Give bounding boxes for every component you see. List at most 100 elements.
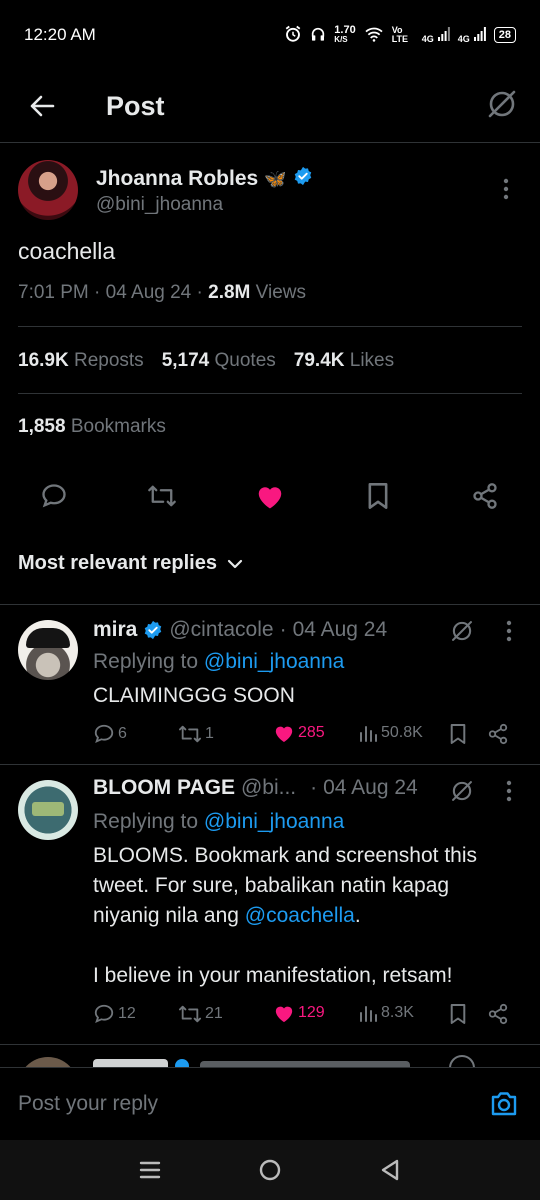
- volte-label: Vo LTE: [391, 25, 409, 44]
- reply-views-button[interactable]: 50.8K: [358, 723, 423, 743]
- reply-item-partial[interactable]: [0, 1045, 540, 1067]
- views-label: Views: [255, 282, 307, 303]
- system-nav-bar: [0, 1140, 540, 1200]
- reply-bookmark-button[interactable]: [449, 723, 467, 745]
- status-time: 12:20 AM: [24, 25, 96, 44]
- arrow-left-icon: [30, 95, 55, 117]
- views-count: 2.8M: [208, 282, 251, 303]
- reply-bookmark-button[interactable]: [449, 1003, 467, 1025]
- headphones-icon: [310, 25, 326, 46]
- post-time[interactable]: 7:01 PM: [18, 282, 89, 303]
- replying-to: Replying to @bini_jhoanna: [93, 810, 345, 833]
- share-icon: [488, 1003, 508, 1025]
- avatar[interactable]: [18, 780, 78, 840]
- author-name: Jhoanna Robles: [96, 167, 259, 190]
- bookmark-icon: [450, 724, 466, 744]
- reply-author-name[interactable]: BLOOM PAGE: [93, 776, 235, 800]
- grok-icon: [452, 621, 472, 641]
- home-circle-icon: [259, 1159, 281, 1181]
- more-options-button[interactable]: [496, 174, 516, 204]
- reply-author-handle[interactable]: @cintacole: [169, 618, 273, 642]
- wifi-icon: [364, 26, 384, 45]
- post-date[interactable]: 04 Aug 24: [106, 282, 192, 303]
- recents-button[interactable]: [130, 1150, 170, 1190]
- heart-filled-icon: [275, 726, 293, 743]
- replying-to-link[interactable]: @bini_jhoanna: [204, 810, 344, 833]
- reply-sort-dropdown[interactable]: Most relevant replies: [18, 552, 243, 575]
- sort-label: Most relevant replies: [18, 552, 217, 574]
- comment-icon: [94, 1004, 114, 1023]
- share-icon: [488, 723, 508, 745]
- post-author: Jhoanna Robles 🦋 @bini_jhoanna: [18, 160, 522, 224]
- bookmark-icon: [368, 483, 388, 509]
- reply-comment-button[interactable]: 12: [93, 1003, 136, 1025]
- reply-author-name[interactable]: mira: [93, 618, 137, 642]
- butterfly-emoji: 🦋: [264, 168, 287, 189]
- status-icons: 1.70 K/S Vo LTE 4G 4G 28: [284, 25, 516, 46]
- battery-indicator: 28: [493, 27, 516, 43]
- verified-badge-icon: [293, 166, 313, 192]
- repost-button[interactable]: [142, 480, 182, 512]
- camera-button[interactable]: [488, 1088, 520, 1120]
- more-options-button[interactable]: [506, 780, 516, 806]
- grok-button[interactable]: [449, 618, 475, 644]
- reply-like-button[interactable]: 129: [273, 1003, 325, 1023]
- camera-icon: [491, 1092, 517, 1116]
- reply-comment-button[interactable]: 6: [93, 723, 127, 745]
- reply-button[interactable]: [34, 480, 74, 512]
- like-button[interactable]: [250, 480, 290, 512]
- reply-action-bar: 6 1 285 50.8K: [93, 723, 523, 753]
- reply-item[interactable]: mira @cintacole · 04 Aug 24 Replying to …: [0, 604, 540, 764]
- grok-button[interactable]: [449, 778, 475, 804]
- reply-share-button[interactable]: [487, 1003, 509, 1025]
- signal-bars-icon: [437, 26, 450, 44]
- alarm-icon: [284, 25, 302, 46]
- reply-text: BLOOMS. Bookmark and screenshot this twe…: [93, 844, 477, 987]
- reply-like-button[interactable]: 285: [273, 723, 325, 743]
- grok-button[interactable]: [482, 84, 522, 124]
- reply-date[interactable]: 04 Aug 24: [323, 776, 418, 800]
- avatar[interactable]: [18, 620, 78, 680]
- quotes-stat[interactable]: 5,174 Quotes: [162, 350, 276, 372]
- author-name-row[interactable]: Jhoanna Robles 🦋: [96, 166, 313, 192]
- back-button[interactable]: [22, 86, 62, 126]
- signal-bars-icon: [473, 26, 486, 44]
- reply-header: BLOOM PAGE @bi... · 04 Aug 24: [93, 776, 418, 800]
- share-button[interactable]: [465, 480, 505, 512]
- divider: [18, 326, 522, 327]
- verified-badge-icon: [145, 620, 162, 640]
- reply-share-button[interactable]: [487, 723, 509, 745]
- reposts-stat[interactable]: 16.9K Reposts: [18, 350, 144, 372]
- reply-repost-button[interactable]: 1: [178, 723, 214, 745]
- views-chart-icon: [360, 1006, 377, 1022]
- bookmarks-stat[interactable]: 1,858 Bookmarks: [18, 416, 166, 438]
- bookmark-button[interactable]: [358, 480, 398, 512]
- repost-icon: [179, 725, 201, 743]
- reply-repost-button[interactable]: 21: [178, 1003, 223, 1025]
- top-app-bar: Post: [0, 70, 540, 143]
- author-handle[interactable]: @bini_jhoanna: [96, 194, 223, 216]
- divider: [18, 393, 522, 394]
- grok-icon: [452, 781, 472, 801]
- repost-icon: [179, 1005, 201, 1023]
- post-meta: 7:01 PM · 04 Aug 24 · 2.8M Views: [18, 282, 307, 303]
- menu-lines-icon: [139, 1161, 161, 1179]
- likes-stat[interactable]: 79.4K Likes: [294, 350, 394, 372]
- replying-to-link[interactable]: @bini_jhoanna: [204, 650, 344, 673]
- avatar: [18, 1057, 78, 1067]
- reply-author-handle[interactable]: @bi...: [241, 776, 296, 800]
- reply-input[interactable]: Post your reply: [18, 1092, 158, 1116]
- reply-header: mira @cintacole · 04 Aug 24: [93, 618, 388, 642]
- system-back-button[interactable]: [370, 1150, 410, 1190]
- home-button[interactable]: [250, 1150, 290, 1190]
- post-text: coachella: [18, 238, 116, 264]
- mention-link[interactable]: @coachella: [245, 904, 355, 927]
- repost-icon: [148, 485, 176, 507]
- reply-item[interactable]: BLOOM PAGE @bi... · 04 Aug 24 Replying t…: [0, 764, 540, 1044]
- reply-views-button[interactable]: 8.3K: [358, 1003, 414, 1023]
- grok-icon: [449, 1055, 475, 1067]
- more-options-button[interactable]: [506, 620, 516, 646]
- reply-date[interactable]: 04 Aug 24: [293, 618, 388, 642]
- avatar[interactable]: [18, 160, 78, 220]
- share-icon: [473, 483, 497, 509]
